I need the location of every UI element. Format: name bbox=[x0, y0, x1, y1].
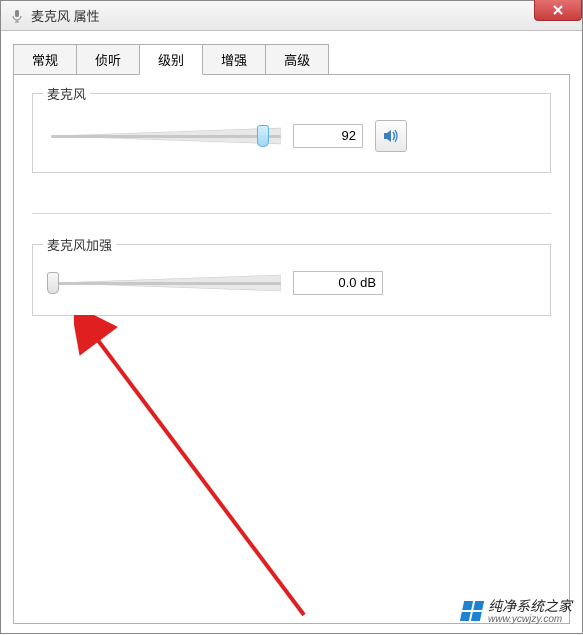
titlebar: 麦克风 属性 bbox=[1, 1, 582, 31]
tab-advanced[interactable]: 高级 bbox=[265, 44, 329, 75]
microphone-mute-button[interactable] bbox=[375, 120, 407, 152]
microphone-value[interactable]: 92 bbox=[293, 124, 363, 148]
mic-boost-group-label: 麦克风加强 bbox=[43, 235, 116, 254]
microphone-group: 麦克风 92 bbox=[32, 93, 551, 173]
mic-boost-value[interactable]: 0.0 dB bbox=[293, 271, 383, 295]
microphone-icon bbox=[9, 8, 25, 24]
microphone-slider-thumb[interactable] bbox=[257, 125, 269, 147]
watermark-text: 纯净系统之家 bbox=[488, 596, 572, 616]
speaker-icon bbox=[382, 127, 400, 145]
mic-boost-slider-row: 0.0 dB bbox=[47, 271, 536, 295]
watermark-url: www.ycwjzy.com bbox=[488, 614, 572, 625]
mic-boost-slider[interactable] bbox=[51, 273, 281, 293]
microphone-slider-row: 92 bbox=[47, 120, 536, 152]
annotation-arrow bbox=[74, 315, 334, 635]
close-icon bbox=[552, 4, 564, 16]
watermark: 纯净系统之家 www.ycwjzy.com bbox=[462, 596, 572, 625]
window-title: 麦克风 属性 bbox=[31, 6, 100, 25]
tab-general[interactable]: 常规 bbox=[13, 44, 77, 75]
microphone-group-label: 麦克风 bbox=[43, 84, 90, 103]
tab-strip: 常规 侦听 级别 增强 高级 bbox=[13, 43, 582, 74]
microphone-slider[interactable] bbox=[51, 126, 281, 146]
tab-listen[interactable]: 侦听 bbox=[76, 44, 140, 75]
mic-boost-group: 麦克风加强 0.0 dB bbox=[32, 244, 551, 316]
tab-levels[interactable]: 级别 bbox=[139, 44, 203, 75]
tab-content-levels: 麦克风 92 bbox=[13, 74, 570, 624]
watermark-logo-icon bbox=[460, 601, 484, 621]
separator bbox=[32, 213, 551, 214]
mic-boost-slider-thumb[interactable] bbox=[47, 272, 59, 294]
properties-window: 麦克风 属性 常规 侦听 级别 增强 高级 麦克风 bbox=[0, 0, 583, 634]
tab-enhance[interactable]: 增强 bbox=[202, 44, 266, 75]
close-button[interactable] bbox=[534, 0, 582, 21]
